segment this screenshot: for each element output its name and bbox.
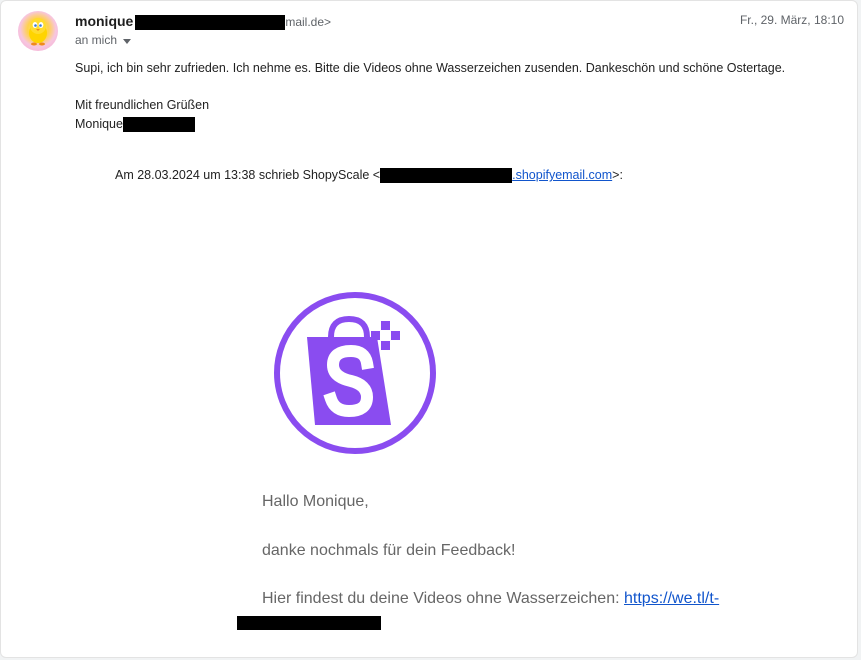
signature-name: Monique [75, 117, 123, 131]
sender-name[interactable]: monique [75, 13, 133, 29]
quoted-hello: Hallo Monique, [262, 493, 369, 510]
message-line: Supi, ich bin sehr zufrieden. Ich nehme … [75, 61, 786, 75]
sender-line: monique mail.de> [75, 13, 331, 30]
chevron-down-icon[interactable] [123, 38, 132, 44]
signature-line: Monique [75, 117, 195, 133]
recipient-details-toggle[interactable]: an mich [75, 33, 132, 47]
quote-email-link[interactable]: .shopifyemail.com [512, 168, 612, 182]
redacted-email [135, 14, 286, 30]
redacted-link-continuation [237, 616, 381, 630]
quoted-videos-text: Hier findest du deine Videos ohne Wasser… [262, 590, 624, 607]
closing-greeting: Mit freundlichen Grüßen [75, 98, 210, 112]
redacted-quote-email [380, 168, 513, 184]
quote-outro: >: [612, 168, 623, 182]
email-date: Fr., 29. März, 18:10 [739, 13, 844, 27]
quote-attribution: Am 28.03.2024 um 13:38 schrieb ShopyScal… [115, 168, 623, 184]
sender-email: mail.de> [285, 15, 332, 29]
shopyscale-logo [274, 292, 436, 454]
quoted-videos-line: Hier findest du deine Videos ohne Wasser… [262, 590, 719, 608]
redacted-surname [122, 117, 195, 133]
quote-intro: Am 28.03.2024 um 13:38 schrieb ShopyScal… [115, 168, 381, 182]
sender-avatar[interactable] [18, 11, 58, 51]
videos-download-link[interactable]: https://we.tl/t- [624, 590, 719, 607]
quoted-thanks: danke nochmals für dein Feedback! [262, 542, 516, 559]
email-view: monique mail.de> Fr., 29. März, 18:10 an … [0, 0, 858, 658]
recipient-label: an mich [75, 33, 118, 47]
